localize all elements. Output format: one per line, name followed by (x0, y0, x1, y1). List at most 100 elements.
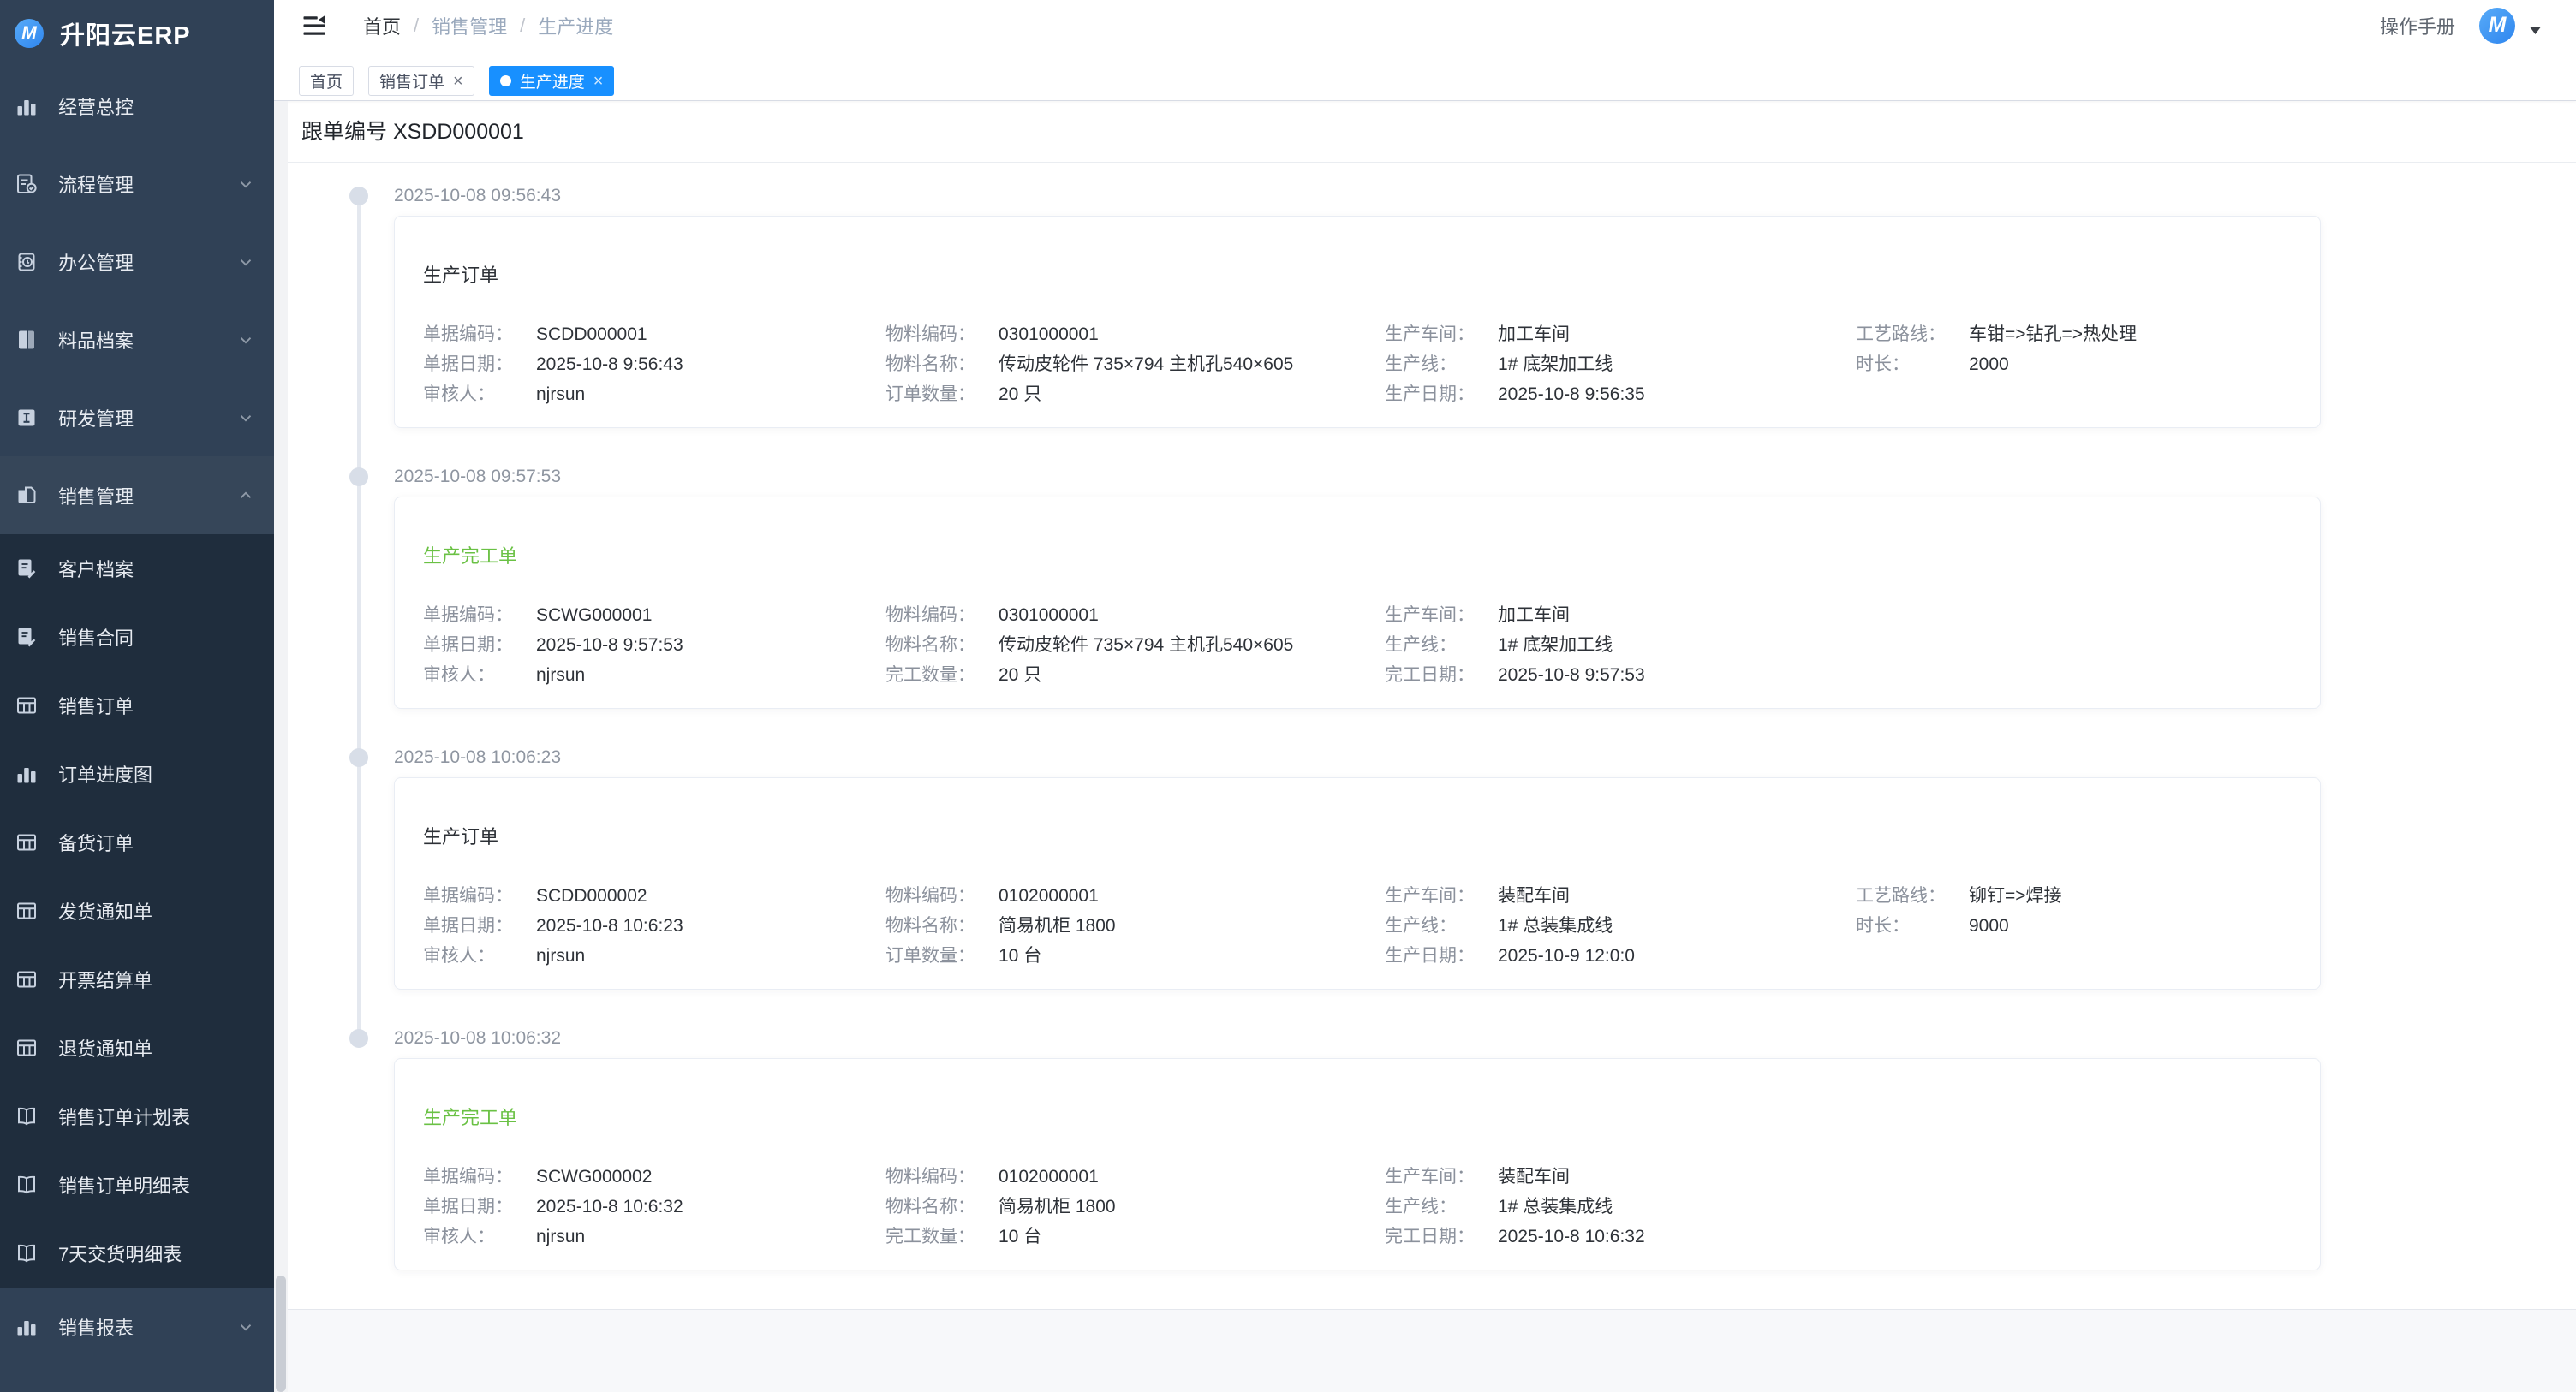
table-icon (15, 831, 38, 854)
field-value: 0102000001 (999, 1167, 1099, 1187)
manual-link[interactable]: 操作手册 (2380, 12, 2455, 39)
field-label: 生产车间： (1385, 319, 1498, 349)
field-label: 单据编码： (423, 319, 536, 349)
sidebar-item-label: 经营总控 (58, 92, 255, 120)
chevron-down-icon (236, 1318, 255, 1336)
sidebar-item-business-overview[interactable]: 经营总控 (0, 67, 274, 145)
sidebar-submenu-sales-mgmt: 客户档案销售合同销售订单订单进度图备货订单发货通知单开票结算单退货通知单销售订单… (0, 534, 274, 1288)
table-icon (15, 694, 38, 717)
breadcrumb-separator: / (414, 15, 419, 37)
doc-edit-icon (15, 557, 38, 580)
sidebar: M 升阳云ERP 经营总控流程管理办公管理料品档案研发管理销售管理客户档案销售合… (0, 0, 274, 1392)
sidebar-item-stock-order[interactable]: 备货订单 (0, 808, 274, 877)
field-label: 物料编码： (886, 1162, 999, 1192)
tab-label: 生产进度 (520, 69, 585, 92)
field-value: 20 只 (999, 384, 1041, 404)
sidebar-item-sales-report[interactable]: 销售报表 (0, 1288, 274, 1365)
scrollbar-thumb[interactable] (276, 1276, 286, 1392)
field-value: 10 台 (999, 946, 1041, 966)
sidebar-item-order-progress-chart[interactable]: 订单进度图 (0, 740, 274, 808)
caret-down-icon[interactable] (2529, 26, 2542, 35)
field-row: 工艺路线：铆钉=>焊接 (1856, 881, 2289, 911)
field-value: 传动皮轮件 735×794 主机孔540×605 (999, 354, 1293, 374)
sidebar-item-invoice-settlement[interactable]: 开票结算单 (0, 945, 274, 1014)
field-label: 物料名称： (886, 630, 999, 660)
content: 跟单编号 XSDD000001 2025-10-08 09:56:43生产订单单… (274, 101, 2576, 1392)
chart-bar-icon (15, 95, 38, 117)
sidebar-item-shipping-notice[interactable]: 发货通知单 (0, 877, 274, 945)
sidebar-item-materials-archive[interactable]: 料品档案 (0, 300, 274, 378)
breadcrumb-item[interactable]: 首页 (363, 12, 401, 39)
field-value: 装配车间 (1498, 886, 1570, 906)
field-label: 生产车间： (1385, 881, 1498, 911)
card-column: 工艺路线：铆钉=>焊接时长：9000 (1856, 881, 2289, 971)
chevron-up-icon (236, 486, 255, 505)
timeline: 2025-10-08 09:56:43生产订单单据编码：SCDD000001单据… (274, 163, 2576, 1309)
rd-box-icon (15, 407, 38, 429)
field-row: 工艺路线：车钳=>钻孔=>热处理 (1856, 319, 2289, 349)
sidebar-item-customer-archive[interactable]: 客户档案 (0, 534, 274, 603)
field-value: 1# 总装集成线 (1498, 916, 1613, 936)
card-title: 生产订单 (423, 265, 2289, 287)
book-icon (15, 1174, 38, 1196)
field-value: 20 只 (999, 665, 1041, 685)
sidebar-item-sales-mgmt[interactable]: 销售管理 (0, 456, 274, 534)
field-value: 9000 (1969, 916, 2009, 936)
timeline-card: 生产订单单据编码：SCDD000001单据日期：2025-10-8 9:56:4… (394, 216, 2321, 428)
sidebar-item-rd-mgmt[interactable]: 研发管理 (0, 378, 274, 456)
field-value: 2025-10-9 12:0:0 (1498, 946, 1635, 966)
tab-home[interactable]: 首页 (299, 66, 354, 96)
sidebar-item-label: 发货通知单 (58, 897, 255, 925)
sidebar-item-sales-order-plan[interactable]: 销售订单计划表 (0, 1082, 274, 1151)
field-label: 审核人： (423, 1222, 536, 1252)
avatar[interactable]: M (2479, 8, 2515, 44)
field-label: 单据编码： (423, 881, 536, 911)
sidebar-item-label: 7天交货明细表 (58, 1240, 255, 1267)
field-label: 单据编码： (423, 1162, 536, 1192)
card-column: 生产车间：装配车间生产线：1# 总装集成线完工日期：2025-10-8 10:6… (1385, 1162, 1856, 1252)
sidebar-item-office-mgmt[interactable]: 办公管理 (0, 223, 274, 300)
sidebar-collapse-icon[interactable] (301, 13, 327, 39)
timeline-card: 生产完工单单据编码：SCWG000001单据日期：2025-10-8 9:57:… (394, 497, 2321, 709)
sidebar-item-label: 订单进度图 (58, 760, 255, 788)
sidebar-item-label: 备货订单 (58, 829, 255, 856)
timeline-item: 2025-10-08 09:57:53 生产完工单单据编码：SCWG000001单… (274, 464, 2576, 709)
close-icon[interactable]: × (453, 73, 463, 90)
sidebar-item-label: 退货通知单 (58, 1034, 255, 1062)
main-area: 首页/销售管理/生产进度 操作手册 M 首页销售订单×生产进度× 跟单编号 XS… (274, 0, 2576, 1392)
sidebar-item-sales-order-detail[interactable]: 销售订单明细表 (0, 1151, 274, 1219)
card-column: 单据编码：SCWG000002单据日期：2025-10-8 10:6:32审核人… (423, 1162, 886, 1252)
close-icon[interactable]: × (593, 73, 604, 90)
app-logo[interactable]: M 升阳云ERP (0, 0, 274, 67)
field-row: 物料名称：简易机柜 1800 (886, 911, 1385, 941)
chart-bar-icon (15, 1316, 38, 1338)
field-label: 生产线： (1385, 349, 1498, 379)
tab-sales-order[interactable]: 销售订单× (368, 66, 474, 96)
field-row: 生产车间：加工车间 (1385, 600, 1856, 630)
field-label: 工艺路线： (1856, 881, 1969, 911)
card-detail-grid: 单据编码：SCWG000002单据日期：2025-10-8 10:6:32审核人… (423, 1162, 2289, 1252)
scrollbar-track (274, 101, 288, 1392)
field-value: 车钳=>钻孔=>热处理 (1969, 324, 2137, 344)
timeline-timestamp: 2025-10-08 09:57:53 (394, 464, 2576, 490)
tab-production-progress[interactable]: 生产进度 × (489, 66, 615, 96)
sidebar-item-sales-contract[interactable]: 销售合同 (0, 603, 274, 671)
field-value: 1# 底架加工线 (1498, 635, 1613, 655)
sidebar-item-return-notice[interactable]: 退货通知单 (0, 1014, 274, 1082)
field-value: SCWG000002 (536, 1167, 652, 1187)
timeline-dot-icon (349, 187, 368, 205)
card-column: 工艺路线：车钳=>钻孔=>热处理时长：2000 (1856, 319, 2289, 409)
field-row: 完工日期：2025-10-8 9:57:53 (1385, 660, 1856, 690)
sidebar-item-delivery-7day-detail[interactable]: 7天交货明细表 (0, 1219, 274, 1288)
breadcrumb-item[interactable]: 销售管理 (432, 12, 507, 39)
field-label: 物料编码： (886, 881, 999, 911)
field-row: 审核人：njrsun (423, 941, 886, 971)
sidebar-item-process-mgmt[interactable]: 流程管理 (0, 145, 274, 223)
sidebar-item-sales-order[interactable]: 销售订单 (0, 671, 274, 740)
timeline-dot-icon (349, 748, 368, 767)
field-value: 0301000001 (999, 324, 1099, 344)
field-row: 物料编码：0301000001 (886, 600, 1385, 630)
card-column: 物料编码：0301000001物料名称：传动皮轮件 735×794 主机孔540… (886, 319, 1385, 409)
field-label: 工艺路线： (1856, 319, 1969, 349)
field-value: 2025-10-8 9:57:53 (1498, 665, 1645, 685)
